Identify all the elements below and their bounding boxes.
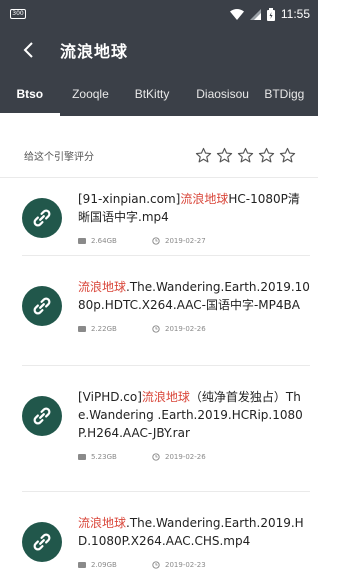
clock-icon [152,237,160,245]
link-icon [22,198,62,238]
result-meta: 2.22GB 2019-02-26 [78,322,310,336]
tab-diaosisou[interactable]: Diaosisou [183,72,263,116]
list-item[interactable]: 流浪地球.The.Wandering.Earth.2019.HD.1080P.X… [22,492,310,570]
engine-tabs: Btso Zooqle BtKitty Diaosisou BTDigg [0,72,318,116]
file-size-value: 2.64GB [91,237,117,245]
rating-stars [195,147,296,164]
file-date-value: 2019-02-27 [165,237,206,245]
clock: 11:55 [280,7,310,21]
result-list: [91-xinpian.com]流浪地球HC-1080P清晰国语中字.mp4 2… [0,186,318,570]
title-keyword: 流浪地球 [78,516,127,530]
result-meta: 5.23GB 2019-02-26 [78,450,310,464]
file-date: 2019-02-26 [152,325,206,333]
rating-row: 给这个引擎评分 [0,134,318,178]
file-size: 2.64GB [78,237,152,245]
result-meta: 2.09GB 2019-02-23 [78,558,310,570]
list-item[interactable]: [91-xinpian.com]流浪地球HC-1080P清晰国语中字.mp4 2… [22,186,310,256]
signal-icon [249,8,261,20]
title-keyword: 流浪地球 [78,280,127,294]
link-icon [22,396,62,436]
file-size-value: 5.23GB [91,453,117,461]
result-body: 流浪地球.The.Wandering.Earth.2019.1080p.HDTC… [78,278,310,365]
folder-icon [78,238,86,244]
rating-label: 给这个引擎评分 [24,152,94,163]
folder-icon [78,562,86,568]
title-prefix: [ViPHD.co] [78,390,142,404]
list-item[interactable]: 流浪地球.The.Wandering.Earth.2019.1080p.HDTC… [22,256,310,366]
file-size: 2.09GB [78,561,152,569]
link-icon [22,522,62,562]
battery-icon [266,7,275,21]
star-icon[interactable] [237,147,254,164]
result-body: [ViPHD.co]流浪地球（纯净首发独占）The.Wandering .Ear… [78,388,310,491]
title-prefix: [91-xinpian.com] [78,192,181,206]
file-size-value: 2.09GB [91,561,117,569]
star-icon[interactable] [195,147,212,164]
file-date-value: 2019-02-26 [165,453,206,461]
file-size: 2.22GB [78,325,152,333]
file-date-value: 2019-02-26 [165,325,206,333]
chevron-left-icon [23,42,33,58]
file-date-value: 2019-02-23 [165,561,206,569]
phone-screen: 300 11:55 流浪地球 Btso Zooqle BtKitty Diaos… [0,0,318,570]
folder-icon [78,454,86,460]
tab-btso[interactable]: Btso [0,72,60,116]
page-title: 流浪地球 [60,42,129,61]
tab-btdigg[interactable]: BTDigg [262,72,318,116]
result-body: [91-xinpian.com]流浪地球HC-1080P清晰国语中字.mp4 2… [78,190,310,255]
tab-zooqle[interactable]: Zooqle [60,72,122,116]
tab-btkitty[interactable]: BtKitty [121,72,183,116]
star-icon[interactable] [279,147,296,164]
file-size: 5.23GB [78,453,152,461]
battery-saver-icon: 300 [10,9,26,19]
file-size-value: 2.22GB [91,325,117,333]
folder-icon [78,326,86,332]
wifi-icon [229,8,244,20]
status-indicators: 11:55 [229,7,310,21]
list-item[interactable]: [ViPHD.co]流浪地球（纯净首发独占）The.Wandering .Ear… [22,366,310,492]
app-bar: 流浪地球 [0,28,318,72]
status-bar: 300 11:55 [0,0,318,28]
result-meta: 2.64GB 2019-02-27 [78,234,310,248]
file-date: 2019-02-26 [152,453,206,461]
result-title: 流浪地球.The.Wandering.Earth.2019.1080p.HDTC… [78,278,310,314]
result-body: 流浪地球.The.Wandering.Earth.2019.HD.1080P.X… [78,514,310,570]
result-title: [ViPHD.co]流浪地球（纯净首发独占）The.Wandering .Ear… [78,388,310,442]
result-title: 流浪地球.The.Wandering.Earth.2019.HD.1080P.X… [78,514,310,550]
star-icon[interactable] [258,147,275,164]
file-date: 2019-02-27 [152,237,206,245]
link-icon [22,286,62,326]
clock-icon [152,561,160,569]
star-icon[interactable] [216,147,233,164]
clock-icon [152,325,160,333]
title-keyword: 流浪地球 [180,192,229,206]
title-keyword: 流浪地球 [141,390,190,404]
result-title: [91-xinpian.com]流浪地球HC-1080P清晰国语中字.mp4 [78,190,310,226]
clock-icon [152,453,160,461]
back-button[interactable] [18,40,38,60]
file-date: 2019-02-23 [152,561,206,569]
